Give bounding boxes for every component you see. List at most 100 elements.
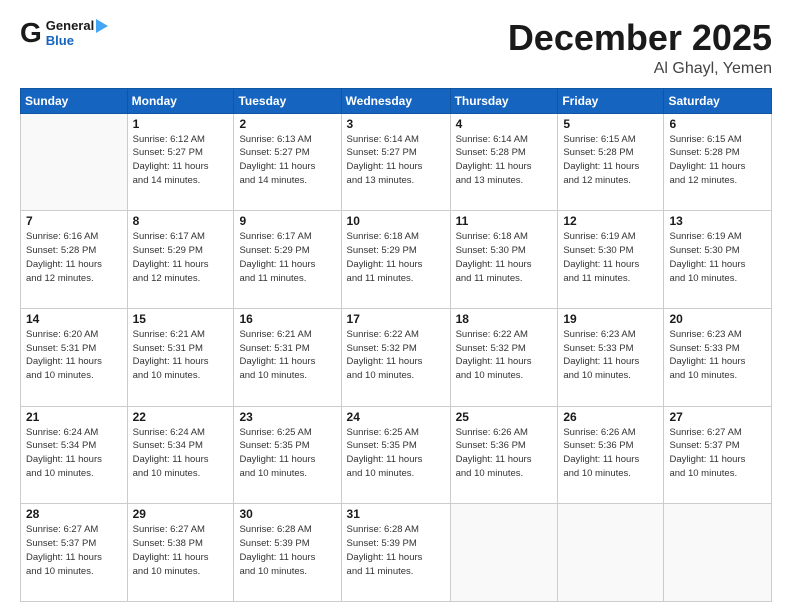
day-info: Sunrise: 6:19 AM Sunset: 5:30 PM Dayligh… bbox=[563, 230, 658, 285]
table-row: 17 Sunrise: 6:22 AM Sunset: 5:32 PM Dayli… bbox=[341, 308, 450, 406]
calendar-week-row: 14 Sunrise: 6:20 AM Sunset: 5:31 PM Dayli… bbox=[21, 308, 772, 406]
day-number: 9 bbox=[239, 214, 335, 228]
day-info: Sunrise: 6:17 AM Sunset: 5:29 PM Dayligh… bbox=[133, 230, 229, 285]
table-row: 27Sunrise: 6:27 AM Sunset: 5:37 PM Dayli… bbox=[664, 406, 772, 504]
logo: G General Blue bbox=[20, 18, 108, 48]
table-row: 18 Sunrise: 6:22 AM Sunset: 5:32 PM Dayli… bbox=[450, 308, 558, 406]
table-row: 31 Sunrise: 6:28 AM Sunset: 5:39 PM Dayli… bbox=[341, 504, 450, 602]
table-row bbox=[450, 504, 558, 602]
day-info: Sunrise: 6:27 AM Sunset: 5:38 PM Dayligh… bbox=[133, 523, 229, 578]
table-row: 28 Sunrise: 6:27 AM Sunset: 5:37 PM Dayli… bbox=[21, 504, 128, 602]
logo-general: General bbox=[46, 18, 94, 33]
calendar-week-row: 21 Sunrise: 6:24 AM Sunset: 5:34 PM Dayli… bbox=[21, 406, 772, 504]
day-info: Sunrise: 6:15 AM Sunset: 5:28 PM Dayligh… bbox=[669, 133, 766, 188]
day-number: 31 bbox=[347, 507, 445, 521]
day-info: Sunrise: 6:22 AM Sunset: 5:32 PM Dayligh… bbox=[456, 328, 553, 383]
table-row: 3 Sunrise: 6:14 AM Sunset: 5:27 PM Daylig… bbox=[341, 113, 450, 211]
day-number: 29 bbox=[133, 507, 229, 521]
table-row: 11 Sunrise: 6:18 AM Sunset: 5:30 PM Dayli… bbox=[450, 211, 558, 309]
day-info: Sunrise: 6:14 AM Sunset: 5:27 PM Dayligh… bbox=[347, 133, 445, 188]
day-info: Sunrise: 6:28 AM Sunset: 5:39 PM Dayligh… bbox=[239, 523, 335, 578]
day-number: 14 bbox=[26, 312, 122, 326]
day-info: Sunrise: 6:14 AM Sunset: 5:28 PM Dayligh… bbox=[456, 133, 553, 188]
day-number: 26 bbox=[563, 410, 658, 424]
table-row: 5 Sunrise: 6:15 AM Sunset: 5:28 PM Daylig… bbox=[558, 113, 664, 211]
col-monday: Monday bbox=[127, 88, 234, 113]
calendar-table: Sunday Monday Tuesday Wednesday Thursday… bbox=[20, 88, 772, 602]
col-friday: Friday bbox=[558, 88, 664, 113]
table-row: 24 Sunrise: 6:25 AM Sunset: 5:35 PM Dayli… bbox=[341, 406, 450, 504]
table-row: 6 Sunrise: 6:15 AM Sunset: 5:28 PM Daylig… bbox=[664, 113, 772, 211]
col-tuesday: Tuesday bbox=[234, 88, 341, 113]
day-info: Sunrise: 6:26 AM Sunset: 5:36 PM Dayligh… bbox=[456, 426, 553, 481]
day-number: 18 bbox=[456, 312, 553, 326]
day-info: Sunrise: 6:24 AM Sunset: 5:34 PM Dayligh… bbox=[133, 426, 229, 481]
table-row: 2Sunrise: 6:13 AM Sunset: 5:27 PM Daylig… bbox=[234, 113, 341, 211]
day-info: Sunrise: 6:17 AM Sunset: 5:29 PM Dayligh… bbox=[239, 230, 335, 285]
table-row: 7 Sunrise: 6:16 AM Sunset: 5:28 PM Daylig… bbox=[21, 211, 128, 309]
day-info: Sunrise: 6:19 AM Sunset: 5:30 PM Dayligh… bbox=[669, 230, 766, 285]
table-row: 29 Sunrise: 6:27 AM Sunset: 5:38 PM Dayli… bbox=[127, 504, 234, 602]
day-number: 10 bbox=[347, 214, 445, 228]
calendar-header-row: Sunday Monday Tuesday Wednesday Thursday… bbox=[21, 88, 772, 113]
calendar-week-row: 1Sunrise: 6:12 AM Sunset: 5:27 PM Daylig… bbox=[21, 113, 772, 211]
logo-g: G bbox=[20, 19, 42, 47]
day-number: 3 bbox=[347, 117, 445, 131]
day-info: Sunrise: 6:18 AM Sunset: 5:30 PM Dayligh… bbox=[456, 230, 553, 285]
day-number: 6 bbox=[669, 117, 766, 131]
day-info: Sunrise: 6:20 AM Sunset: 5:31 PM Dayligh… bbox=[26, 328, 122, 383]
col-saturday: Saturday bbox=[664, 88, 772, 113]
day-number: 7 bbox=[26, 214, 122, 228]
day-info: Sunrise: 6:18 AM Sunset: 5:29 PM Dayligh… bbox=[347, 230, 445, 285]
header: G General Blue December 2025 Al Ghayl, Y… bbox=[20, 18, 772, 78]
day-number: 24 bbox=[347, 410, 445, 424]
day-info: Sunrise: 6:28 AM Sunset: 5:39 PM Dayligh… bbox=[347, 523, 445, 578]
table-row: 9 Sunrise: 6:17 AM Sunset: 5:29 PM Daylig… bbox=[234, 211, 341, 309]
col-thursday: Thursday bbox=[450, 88, 558, 113]
day-number: 16 bbox=[239, 312, 335, 326]
day-info: Sunrise: 6:15 AM Sunset: 5:28 PM Dayligh… bbox=[563, 133, 658, 188]
day-info: Sunrise: 6:25 AM Sunset: 5:35 PM Dayligh… bbox=[239, 426, 335, 481]
title-block: December 2025 Al Ghayl, Yemen bbox=[508, 18, 772, 78]
day-info: Sunrise: 6:27 AM Sunset: 5:37 PM Dayligh… bbox=[669, 426, 766, 481]
day-info: Sunrise: 6:22 AM Sunset: 5:32 PM Dayligh… bbox=[347, 328, 445, 383]
day-info: Sunrise: 6:25 AM Sunset: 5:35 PM Dayligh… bbox=[347, 426, 445, 481]
table-row: 4 Sunrise: 6:14 AM Sunset: 5:28 PM Daylig… bbox=[450, 113, 558, 211]
day-number: 17 bbox=[347, 312, 445, 326]
table-row: 21Sunrise: 6:24 AM Sunset: 5:34 PM Dayli… bbox=[21, 406, 128, 504]
table-row: 20 Sunrise: 6:23 AM Sunset: 5:33 PM Dayli… bbox=[664, 308, 772, 406]
logo-blue: Blue bbox=[46, 33, 108, 48]
table-row: 14 Sunrise: 6:20 AM Sunset: 5:31 PM Dayli… bbox=[21, 308, 128, 406]
day-number: 23 bbox=[239, 410, 335, 424]
day-number: 21 bbox=[26, 410, 122, 424]
table-row: 19 Sunrise: 6:23 AM Sunset: 5:33 PM Dayli… bbox=[558, 308, 664, 406]
table-row: 13 Sunrise: 6:19 AM Sunset: 5:30 PM Dayli… bbox=[664, 211, 772, 309]
table-row: 26 Sunrise: 6:26 AM Sunset: 5:36 PM Dayli… bbox=[558, 406, 664, 504]
day-info: Sunrise: 6:21 AM Sunset: 5:31 PM Dayligh… bbox=[133, 328, 229, 383]
day-number: 4 bbox=[456, 117, 553, 131]
day-number: 5 bbox=[563, 117, 658, 131]
day-info: Sunrise: 6:16 AM Sunset: 5:28 PM Dayligh… bbox=[26, 230, 122, 285]
calendar-week-row: 28 Sunrise: 6:27 AM Sunset: 5:37 PM Dayli… bbox=[21, 504, 772, 602]
table-row: 22Sunrise: 6:24 AM Sunset: 5:34 PM Dayli… bbox=[127, 406, 234, 504]
day-number: 11 bbox=[456, 214, 553, 228]
day-number: 28 bbox=[26, 507, 122, 521]
col-sunday: Sunday bbox=[21, 88, 128, 113]
day-number: 12 bbox=[563, 214, 658, 228]
table-row: 1Sunrise: 6:12 AM Sunset: 5:27 PM Daylig… bbox=[127, 113, 234, 211]
day-number: 25 bbox=[456, 410, 553, 424]
day-number: 13 bbox=[669, 214, 766, 228]
day-number: 19 bbox=[563, 312, 658, 326]
day-info: Sunrise: 6:23 AM Sunset: 5:33 PM Dayligh… bbox=[669, 328, 766, 383]
day-info: Sunrise: 6:27 AM Sunset: 5:37 PM Dayligh… bbox=[26, 523, 122, 578]
table-row: 30Sunrise: 6:28 AM Sunset: 5:39 PM Dayli… bbox=[234, 504, 341, 602]
day-info: Sunrise: 6:26 AM Sunset: 5:36 PM Dayligh… bbox=[563, 426, 658, 481]
day-number: 20 bbox=[669, 312, 766, 326]
table-row: 15Sunrise: 6:21 AM Sunset: 5:31 PM Dayli… bbox=[127, 308, 234, 406]
day-number: 1 bbox=[133, 117, 229, 131]
table-row: 23 Sunrise: 6:25 AM Sunset: 5:35 PM Dayli… bbox=[234, 406, 341, 504]
table-row bbox=[664, 504, 772, 602]
table-row: 8Sunrise: 6:17 AM Sunset: 5:29 PM Daylig… bbox=[127, 211, 234, 309]
day-info: Sunrise: 6:23 AM Sunset: 5:33 PM Dayligh… bbox=[563, 328, 658, 383]
table-row: 16Sunrise: 6:21 AM Sunset: 5:31 PM Dayli… bbox=[234, 308, 341, 406]
